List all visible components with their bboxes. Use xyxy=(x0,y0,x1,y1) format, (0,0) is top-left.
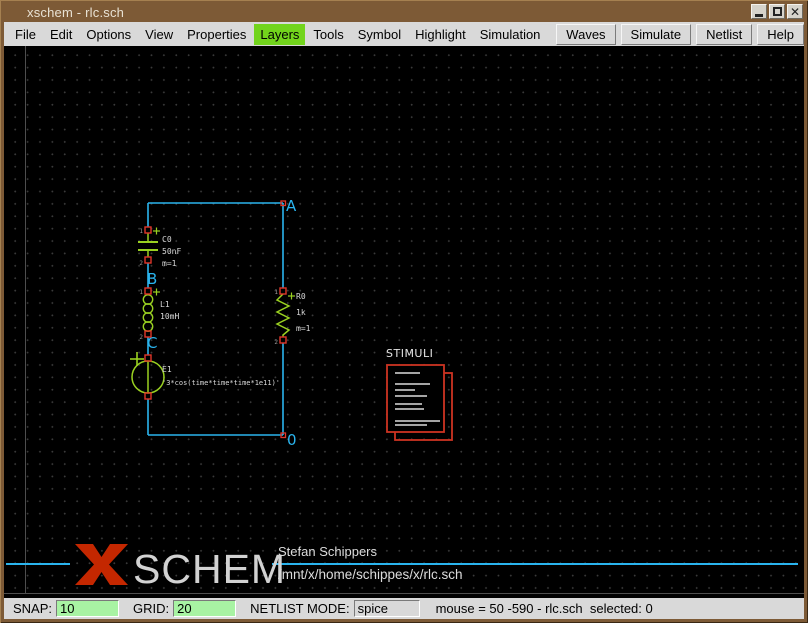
footer-rule-right xyxy=(272,563,798,565)
menu-file[interactable]: File xyxy=(9,24,42,45)
node-label-a[interactable]: A xyxy=(286,197,297,215)
menu-layers[interactable]: Layers xyxy=(254,24,305,45)
xschem-logo-x-icon xyxy=(75,544,128,585)
netlist-mode-input[interactable] xyxy=(354,600,420,617)
netlist-mode-label: NETLIST MODE: xyxy=(250,601,349,616)
capacitor-pin-top: 1 xyxy=(139,228,143,235)
resistor-value: 1k xyxy=(296,308,306,317)
maximize-button[interactable] xyxy=(769,4,785,19)
resistor-symbol[interactable]: 1 2 R0 1k m=1 xyxy=(274,288,310,346)
menu-highlight[interactable]: Highlight xyxy=(409,24,472,45)
schematic-file-path: /mnt/x/home/schippes/x/rlc.sch xyxy=(278,567,463,582)
schematic-drawing: 1 2 C0 50nF m=1 A B C 0 1 xyxy=(4,46,804,598)
grid-label: GRID: xyxy=(133,601,169,616)
resistor-mult: m=1 xyxy=(296,324,311,333)
netlist-button[interactable]: Netlist xyxy=(696,24,752,45)
help-button[interactable]: Help xyxy=(757,24,804,45)
resistor-pin-top: 1 xyxy=(274,289,278,296)
inductor-pin-bottom: 2 xyxy=(139,334,143,341)
inductor-symbol[interactable]: 1 2 L1 10mH xyxy=(139,288,179,341)
source-value: '3*cos(time*time*time*1e11)' xyxy=(162,379,280,387)
author-text: Stefan Schippers xyxy=(278,544,377,559)
source-symbol[interactable]: E1 '3*cos(time*time*time*1e11)' xyxy=(130,352,280,399)
grid-input[interactable] xyxy=(173,600,236,617)
statusbar: SNAP: GRID: NETLIST MODE: mouse = 50 -59… xyxy=(4,598,804,619)
snap-label: SNAP: xyxy=(13,601,52,616)
menu-properties[interactable]: Properties xyxy=(181,24,252,45)
close-icon: ✕ xyxy=(790,6,800,18)
minimize-icon xyxy=(755,14,763,17)
menu-edit[interactable]: Edit xyxy=(44,24,78,45)
capacitor-ref: C0 xyxy=(162,235,172,244)
xschem-logo-text: SCHEM xyxy=(133,549,286,590)
titlebar[interactable]: xschem - rlc.sch ✕ xyxy=(3,3,805,22)
footer-rule-left xyxy=(6,563,70,565)
close-button[interactable]: ✕ xyxy=(787,4,803,19)
source-ref: E1 xyxy=(162,365,172,374)
menu-view[interactable]: View xyxy=(139,24,179,45)
snap-input[interactable] xyxy=(56,600,119,617)
resistor-pin-bottom: 2 xyxy=(274,339,278,346)
menubar: File Edit Options View Properties Layers… xyxy=(4,22,804,46)
menu-simulation[interactable]: Simulation xyxy=(474,24,547,45)
maximize-icon xyxy=(773,7,782,16)
node-label-gnd[interactable]: 0 xyxy=(287,431,297,449)
menu-symbol[interactable]: Symbol xyxy=(352,24,407,45)
stimuli-label: STIMULI xyxy=(386,347,433,360)
window-controls: ✕ xyxy=(751,4,803,19)
stimuli-block[interactable]: STIMULI xyxy=(386,347,452,440)
inductor-value: 10mH xyxy=(160,312,179,321)
resistor-ref: R0 xyxy=(296,292,306,301)
schematic-canvas[interactable]: 1 2 C0 50nF m=1 A B C 0 1 xyxy=(4,46,804,598)
capacitor-pin-bottom: 2 xyxy=(139,260,143,267)
capacitor-mult: m=1 xyxy=(162,259,177,268)
window-title: xschem - rlc.sch xyxy=(3,5,124,20)
inductor-pin-top: 1 xyxy=(139,289,143,296)
simulate-button[interactable]: Simulate xyxy=(621,24,692,45)
capacitor-symbol[interactable]: 1 2 C0 50nF m=1 xyxy=(138,227,181,268)
stimuli-sheet-front xyxy=(387,365,444,432)
inductor-ref: L1 xyxy=(160,300,170,309)
capacitor-value: 50nF xyxy=(162,247,181,256)
xschem-window: xschem - rlc.sch ✕ File Edit Options Vie… xyxy=(0,0,808,623)
menu-tools[interactable]: Tools xyxy=(307,24,349,45)
menu-options[interactable]: Options xyxy=(80,24,137,45)
minimize-button[interactable] xyxy=(751,4,767,19)
waves-button[interactable]: Waves xyxy=(556,24,615,45)
mouse-status-text: mouse = 50 -590 - rlc.sch selected: 0 xyxy=(436,601,653,616)
node-label-b[interactable]: B xyxy=(147,270,157,288)
